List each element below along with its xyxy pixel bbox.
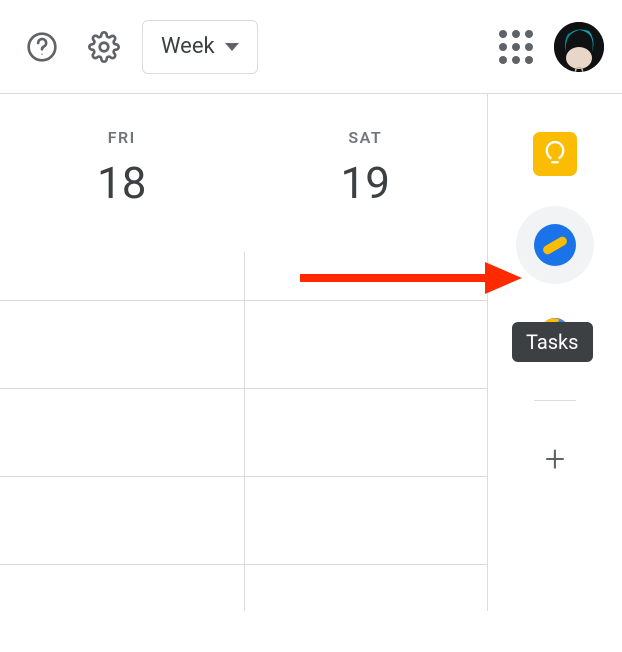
day-column-sat[interactable]: SAT 19 — [244, 94, 488, 252]
day-column-fri[interactable]: FRI 18 — [0, 94, 244, 252]
main-area: FRI 18 SAT 19 Tasks — [0, 94, 622, 611]
day-headers: FRI 18 SAT 19 — [0, 94, 487, 252]
tasks-icon — [534, 224, 576, 266]
sidepanel-divider — [534, 400, 576, 401]
help-button[interactable] — [18, 23, 66, 71]
plus-icon: + — [545, 438, 565, 480]
view-switcher[interactable]: Week — [142, 20, 258, 74]
account-avatar[interactable] — [554, 22, 604, 72]
hour-line — [0, 476, 487, 564]
apps-grid-icon — [499, 30, 533, 64]
side-panel: Tasks + — [487, 94, 622, 611]
hour-line — [0, 388, 487, 476]
avatar-image — [554, 22, 604, 72]
help-icon — [26, 31, 58, 63]
add-addon-button[interactable]: + — [535, 439, 575, 479]
lightbulb-icon — [544, 140, 566, 168]
day-name-label: SAT — [348, 128, 382, 147]
day-num-label: 18 — [97, 157, 146, 209]
hour-line — [0, 300, 487, 388]
tasks-tooltip: Tasks — [512, 322, 593, 362]
gear-icon — [88, 31, 120, 63]
tasks-app-button[interactable] — [516, 206, 594, 284]
hour-grid[interactable] — [0, 300, 487, 652]
hour-line — [0, 564, 487, 652]
keep-app-button[interactable] — [533, 132, 577, 176]
view-switcher-label: Week — [161, 34, 215, 59]
chevron-down-icon — [225, 43, 239, 51]
calendar-grid: FRI 18 SAT 19 — [0, 94, 487, 611]
top-toolbar: Week — [0, 0, 622, 93]
day-name-label: FRI — [108, 128, 136, 147]
apps-button[interactable] — [492, 23, 540, 71]
day-num-label: 19 — [341, 157, 390, 209]
settings-button[interactable] — [80, 23, 128, 71]
